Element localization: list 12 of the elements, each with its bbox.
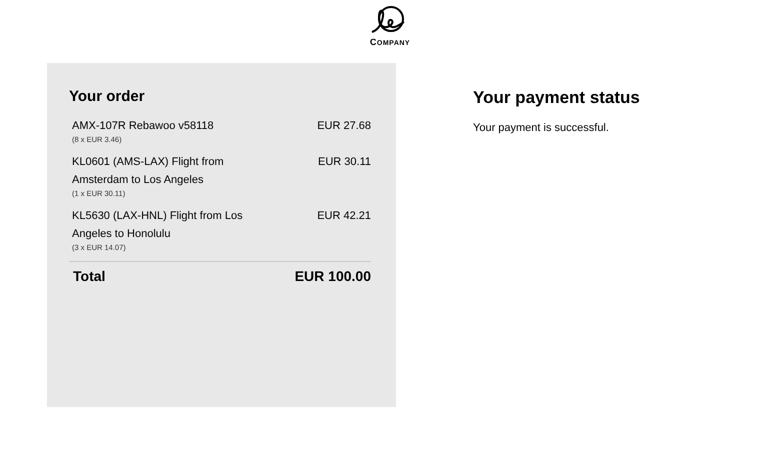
item-name: AMX-107R Rebawoo v58118 [72,119,215,134]
item-name: KL5630 (LAX-HNL) Flight from Los Angeles to Honolulu [72,209,244,242]
item-name: KL0601 (AMS-LAX) Flight from Amsterdam to Los Angeles [72,155,225,188]
item-price: EUR 30.11 [318,155,371,170]
payment-status-title: Your payment status [473,88,640,108]
order-title: Your order [69,88,146,105]
item-price: EUR 27.68 [317,119,371,134]
company-wordmark: COMPANY [370,37,410,47]
item-price: EUR 42.21 [317,209,371,224]
total-amount: EUR 100.00 [294,268,371,284]
total-label: Total [73,268,106,284]
payment-message: Your payment is successful. [473,122,610,134]
